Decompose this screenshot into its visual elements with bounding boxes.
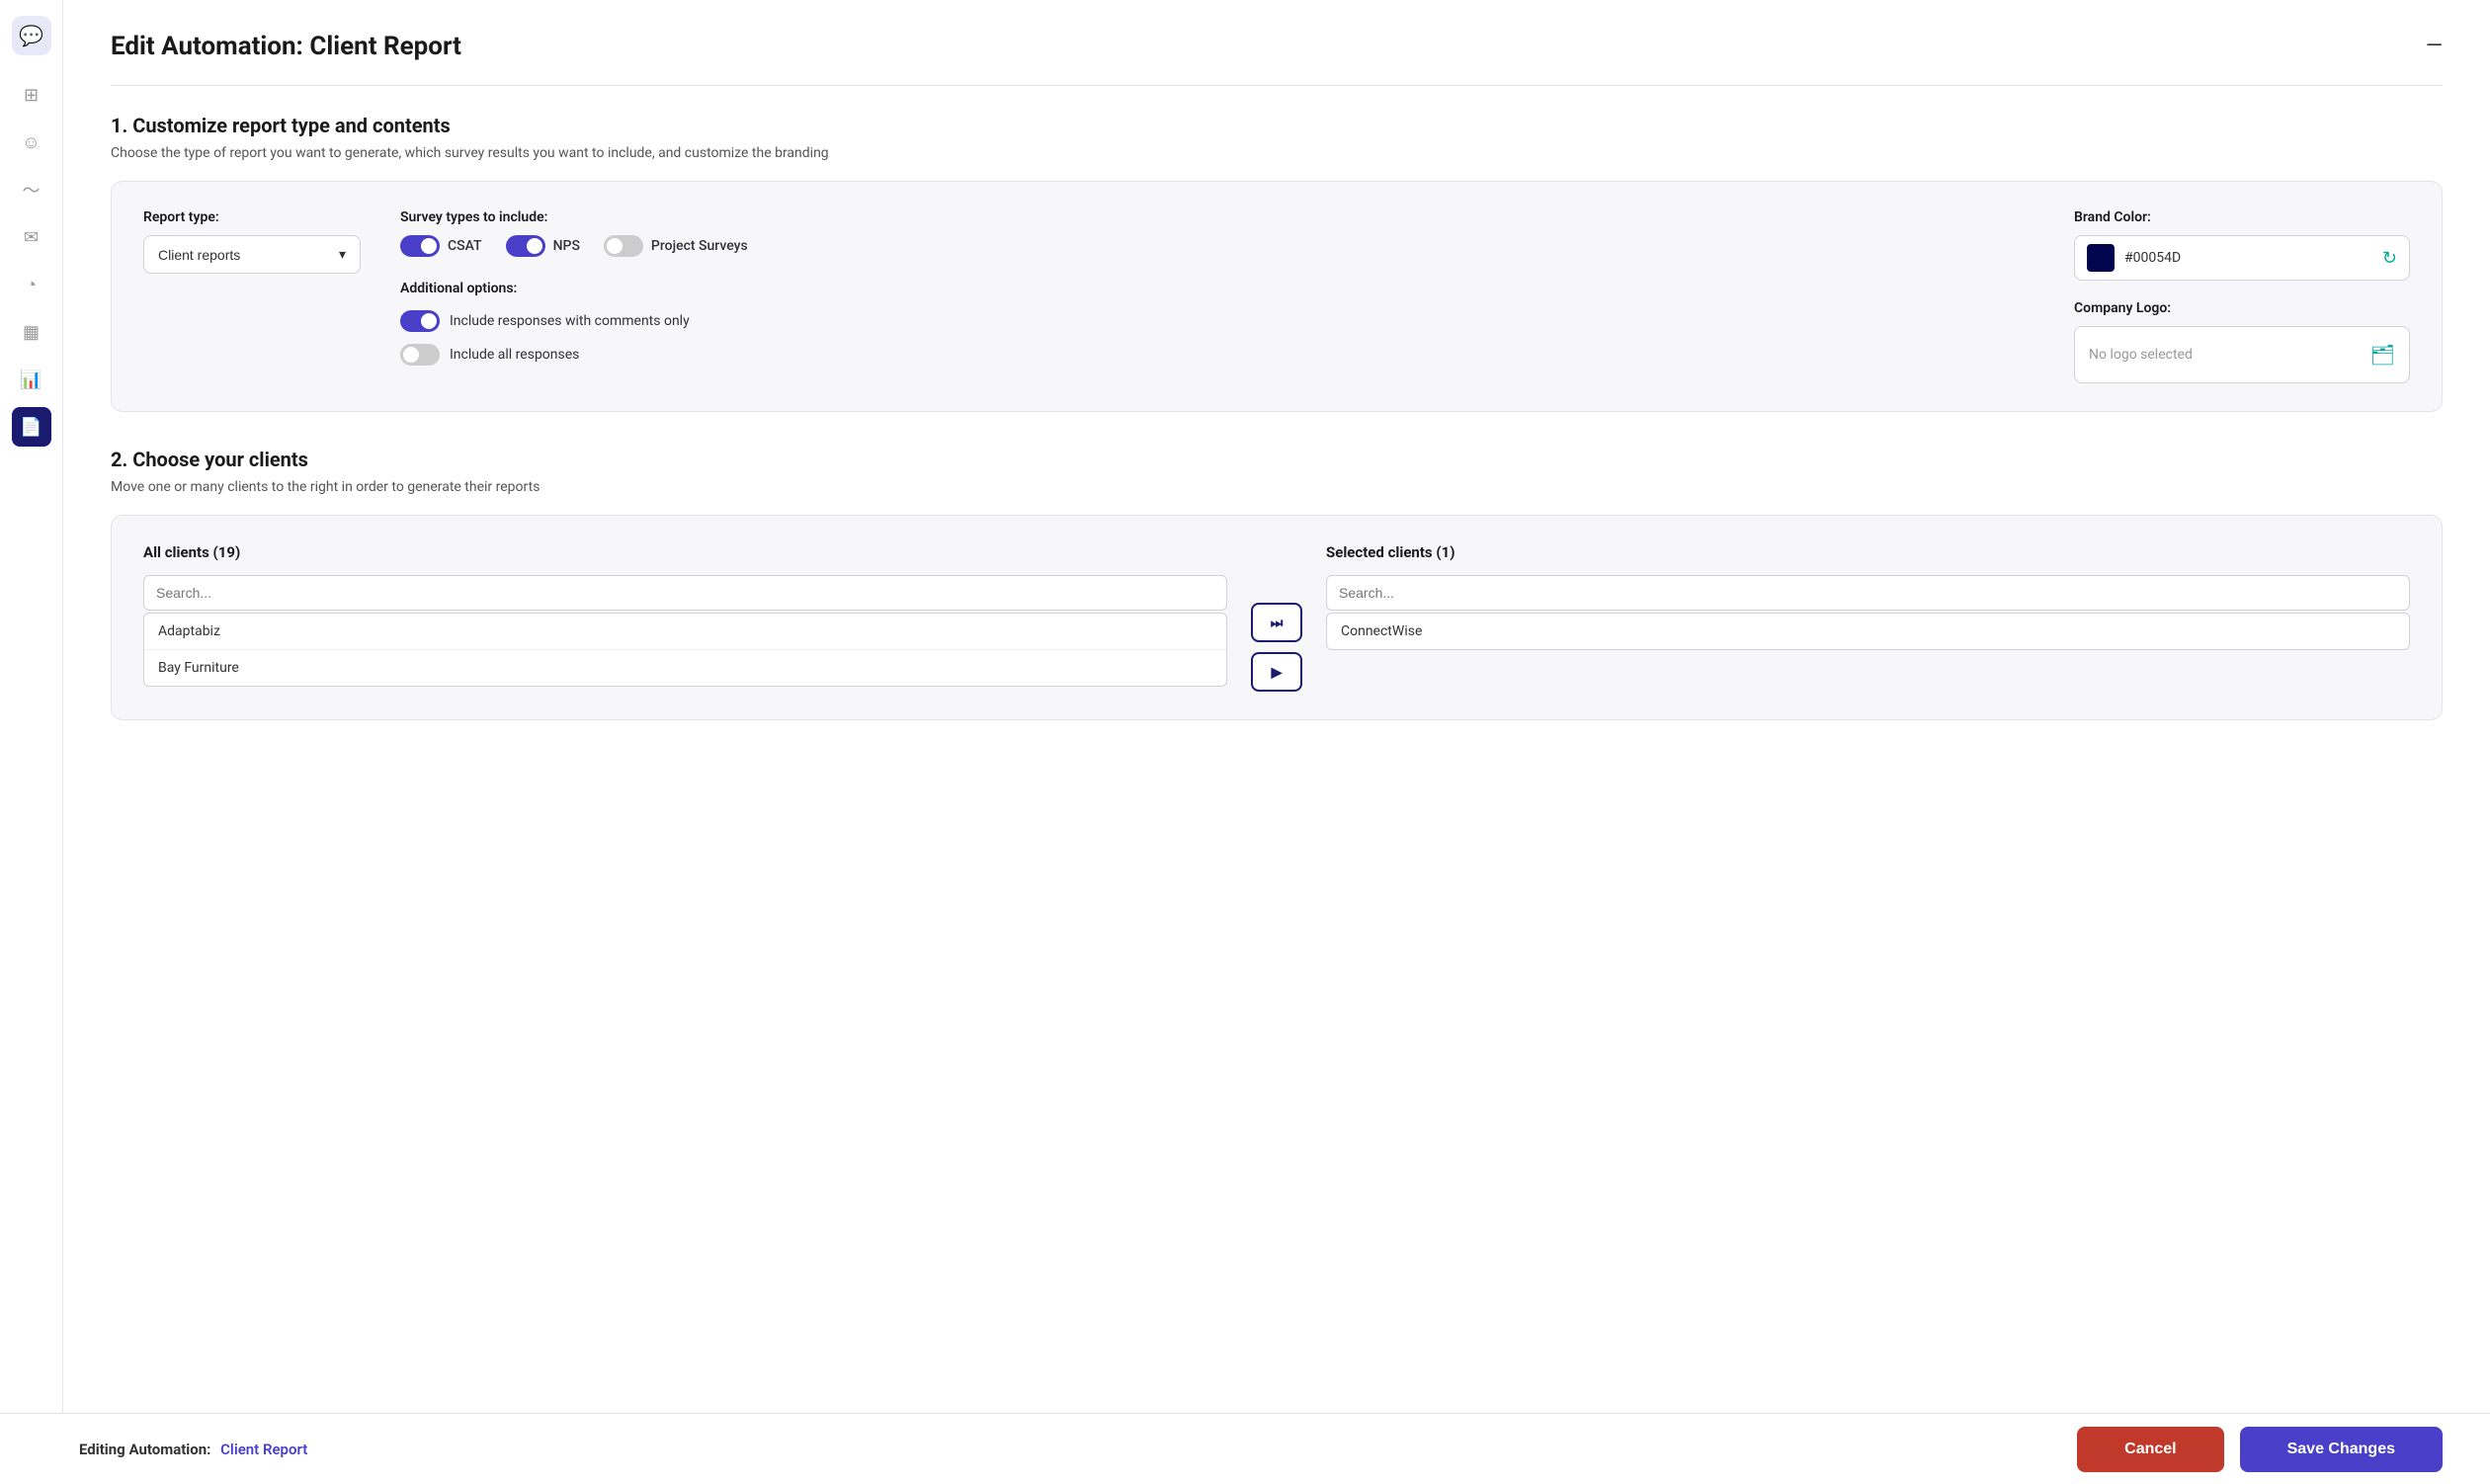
content-area: Edit Automation: Client Report — 1. Cust… — [63, 0, 2490, 1484]
sidebar-item-analytics[interactable]: 〜 — [12, 170, 51, 209]
survey-types-label: Survey types to include: — [400, 209, 2034, 225]
selected-clients-title: Selected clients (1) — [1326, 543, 2410, 561]
selected-clients-list: ConnectWise — [1326, 613, 2410, 650]
report-settings-card: Report type: Client reports ▾ Survey typ… — [111, 181, 2443, 412]
nps-toggle-group: NPS — [506, 235, 580, 257]
csat-toggle[interactable] — [400, 235, 440, 257]
additional-options-label: Additional options: — [400, 281, 2034, 296]
brand-color-value: #00054D — [2124, 250, 2181, 266]
section1-title: 1. Customize report type and contents — [111, 114, 2443, 137]
nps-label: NPS — [553, 238, 580, 254]
client-item-connectwise[interactable]: ConnectWise — [1327, 614, 2409, 649]
clients-card: All clients (19) Adaptabiz Bay Furniture… — [111, 515, 2443, 720]
sidebar-item-reports[interactable]: ▦ — [12, 312, 51, 352]
dashboard-icon: ⊞ — [24, 85, 39, 106]
branding-section: Brand Color: #00054D ↻ Company Logo: No … — [2074, 209, 2410, 383]
all-clients-count: (19) — [213, 543, 241, 561]
company-logo-label: Company Logo: — [2074, 300, 2410, 316]
all-responses-option: Include all responses — [400, 344, 2034, 366]
feedback-icon: ☺ — [22, 132, 40, 153]
documents-icon: 📄 — [20, 417, 42, 438]
refresh-icon[interactable]: ↻ — [2382, 248, 2397, 269]
move-one-icon: ▶ — [1272, 664, 1283, 681]
report-type-value: Client reports — [158, 247, 240, 263]
sidebar-item-dashboard[interactable]: ⊞ — [12, 75, 51, 115]
color-swatch[interactable] — [2087, 244, 2115, 272]
clients-inner: All clients (19) Adaptabiz Bay Furniture… — [143, 543, 2410, 692]
reports-icon: ▦ — [23, 322, 40, 343]
cancel-button[interactable]: Cancel — [2077, 1427, 2223, 1472]
sidebar-item-charts[interactable]: 📊 — [12, 360, 51, 399]
all-responses-toggle[interactable] — [400, 344, 440, 366]
brand-color-box: #00054D ↻ — [2074, 235, 2410, 281]
chevron-down-icon: ▾ — [339, 246, 346, 263]
save-changes-button[interactable]: Save Changes — [2240, 1427, 2443, 1472]
csat-toggle-group: CSAT — [400, 235, 482, 257]
page-header: Edit Automation: Client Report — — [111, 32, 2443, 61]
survey-types-row: CSAT NPS — [400, 235, 2034, 257]
folder-icon[interactable]: 🗂 — [2370, 343, 2395, 367]
sidebar-item-documents[interactable]: 📄 — [12, 407, 51, 447]
csat-label: CSAT — [448, 238, 482, 254]
main-content: Edit Automation: Client Report — 1. Cust… — [63, 0, 2490, 1484]
sidebar-item-automation[interactable]: ◔ — [12, 265, 51, 304]
client-item-bay-furniture[interactable]: Bay Furniture — [144, 650, 1226, 686]
project-surveys-label: Project Surveys — [651, 238, 748, 254]
all-clients-panel: All clients (19) Adaptabiz Bay Furniture — [143, 543, 1227, 687]
footer-automation-name: Client Report — [220, 1441, 307, 1458]
nps-toggle[interactable] — [506, 235, 545, 257]
sidebar-item-messages[interactable]: ✉ — [12, 217, 51, 257]
brand-color-left: #00054D — [2087, 244, 2181, 272]
survey-options-section: Survey types to include: CSAT — [400, 209, 2034, 383]
messages-icon: ✉ — [24, 227, 39, 248]
header-divider — [111, 85, 2443, 86]
selected-clients-panel: Selected clients (1) ConnectWise — [1326, 543, 2410, 650]
report-type-label: Report type: — [143, 209, 361, 225]
comments-only-option: Include responses with comments only — [400, 310, 2034, 332]
company-logo-box: No logo selected 🗂 — [2074, 326, 2410, 383]
footer-editing-label: Editing Automation: Client Report — [79, 1441, 307, 1458]
all-clients-title: All clients (19) — [143, 543, 1227, 561]
comments-only-label: Include responses with comments only — [450, 313, 690, 329]
report-type-dropdown[interactable]: Client reports ▾ — [143, 235, 361, 274]
all-clients-list: Adaptabiz Bay Furniture — [143, 613, 1227, 687]
section2-description: Move one or many clients to the right in… — [111, 479, 2443, 495]
transfer-buttons: ⏭ ▶ — [1251, 543, 1302, 692]
sidebar-item-feedback[interactable]: ☺ — [12, 123, 51, 162]
comments-only-toggle[interactable] — [400, 310, 440, 332]
footer-bar: Editing Automation: Client Report Cancel… — [63, 1413, 2490, 1484]
move-all-icon: ⏭ — [1271, 615, 1284, 631]
section2-title: 2. Choose your clients — [111, 448, 2443, 471]
no-logo-text: No logo selected — [2089, 347, 2193, 363]
logo-icon: 💬 — [19, 24, 43, 47]
charts-icon: 📊 — [20, 370, 42, 390]
client-item-adaptabiz[interactable]: Adaptabiz — [144, 614, 1226, 650]
section1-description: Choose the type of report you want to ge… — [111, 145, 2443, 161]
brand-color-label: Brand Color: — [2074, 209, 2410, 225]
selected-clients-search[interactable] — [1326, 575, 2410, 611]
sidebar-logo[interactable]: 💬 — [12, 16, 51, 55]
footer-editing-prefix: Editing Automation: — [79, 1441, 210, 1458]
automation-icon: ◔ — [26, 275, 37, 295]
page-title: Edit Automation: Client Report — [111, 32, 461, 61]
footer-buttons: Cancel Save Changes — [2077, 1427, 2443, 1472]
all-clients-search[interactable] — [143, 575, 1227, 611]
project-surveys-toggle-group: Project Surveys — [604, 235, 748, 257]
all-responses-label: Include all responses — [450, 347, 579, 363]
move-one-button[interactable]: ▶ — [1251, 652, 1302, 692]
card-inner: Report type: Client reports ▾ Survey typ… — [143, 209, 2410, 383]
minimize-button[interactable]: — — [2426, 36, 2443, 57]
move-all-button[interactable]: ⏭ — [1251, 603, 1302, 642]
selected-clients-count: (1) — [1436, 543, 1454, 561]
analytics-icon: 〜 — [23, 177, 41, 203]
project-surveys-toggle[interactable] — [604, 235, 643, 257]
sidebar: 💬 ⊞ ☺ 〜 ✉ ◔ ▦ 📊 📄 — [0, 0, 63, 1484]
report-type-section: Report type: Client reports ▾ — [143, 209, 361, 383]
